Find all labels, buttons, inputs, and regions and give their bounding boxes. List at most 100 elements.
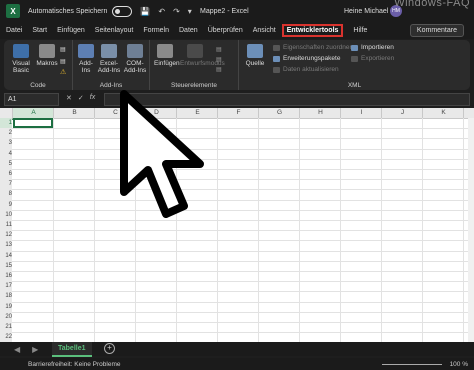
design-mode-button[interactable]: Entwurfsmodus [180,44,225,67]
excel-addins-icon [101,44,117,58]
grid-row-line [12,250,474,252]
visual-basic-label: Visual Basic [12,60,30,74]
comments-button-label: Kommentare [416,27,457,34]
add-sheet-icon[interactable]: + [104,343,115,354]
comments-button[interactable]: Kommentare [409,24,464,37]
insert-control-button[interactable]: Einfügen [154,44,180,67]
formula-controls: ✕ ✓ fx [66,94,95,102]
column-header-b[interactable]: B [53,108,95,118]
tab-seitenlayout[interactable]: Seitenlayout [95,27,134,34]
tab-entwicklertools[interactable]: Entwicklertools [281,24,344,37]
cancel-icon[interactable]: ✕ [66,94,72,102]
makros-label: Makros [36,60,58,67]
mouse-cursor-icon [120,90,204,218]
title-bar: X Automatisches Speichern 💾 ↶ ↷ ▾ Mappe2… [0,0,474,22]
relative-refs-icon[interactable]: ▤ [60,58,66,65]
export-button[interactable]: Exportieren [351,55,394,62]
accessibility-status[interactable]: Barrierefreiheit: Keine Probleme [28,361,121,368]
row-header-22[interactable]: 22 [0,332,12,342]
name-box[interactable]: A1 [4,93,59,106]
com-addins-icon [127,44,143,58]
grid-row-line [12,322,474,323]
autosave-label: Automatisches Speichern [28,7,108,15]
macro-security-icon[interactable]: ⚠ [60,68,66,76]
group-xml-label: XML [347,82,362,89]
zoom-slider[interactable] [382,364,442,365]
tab-formeln[interactable]: Formeln [143,27,169,34]
grid-column-line [422,118,423,342]
tab-ueberpruefen[interactable]: Überprüfen [208,27,243,34]
excel-addins-button[interactable]: Excel-Add-Ins [97,44,121,74]
tab-einfuegen[interactable]: Einfügen [57,27,85,34]
column-header-k[interactable]: K [422,108,464,118]
grid-row-line [12,148,474,150]
sheet-tab-tabelle1[interactable]: Tabelle1 [52,342,92,357]
group-code-label: Code [30,82,46,89]
view-code-icon[interactable]: ▤ [216,56,222,63]
xml-source-button[interactable]: Quelle [245,44,265,67]
import-label: Importieren [361,44,394,51]
grid-row-line [12,311,474,313]
sheet-next-icon[interactable]: ▶ [32,345,38,354]
vertical-scrollbar[interactable] [468,118,474,342]
tab-daten[interactable]: Daten [179,27,198,34]
grid-row-line [12,179,474,181]
customize-qat-icon[interactable]: ▾ [188,7,192,16]
makros-icon [39,44,55,58]
sheet-nav: ◀ ▶ [14,345,38,354]
grid-row-line [12,169,474,170]
column-header-l[interactable]: L [463,108,474,118]
visual-basic-button[interactable]: Visual Basic [10,44,32,74]
grid-column-line [299,118,300,342]
insert-control-icon [157,44,173,58]
group-addins: Add-Ins Excel-Add-Ins COM-Add-Ins Add-In… [73,40,150,90]
export-label: Exportieren [361,55,395,62]
column-header-j[interactable]: J [381,108,423,118]
refresh-data-label: Daten aktualisieren [283,66,339,73]
addins-label: Add-Ins [79,60,93,74]
grid-row-line [12,240,474,242]
com-addins-label: COM-Add-Ins [123,60,147,74]
properties-icon[interactable]: ▤ [216,46,222,53]
column-header-g[interactable]: G [258,108,300,118]
grid-row-line [12,220,474,221]
insert-function-button[interactable]: fx [90,94,95,102]
redo-icon[interactable]: ↷ [173,7,180,16]
grid-row-line [12,260,474,262]
excel-logo-icon: X [6,4,20,18]
autosave-toggle[interactable] [112,5,133,17]
record-macro-icon[interactable]: ▤ [60,46,66,53]
map-properties-button[interactable]: Eigenschaften zuordnen [273,44,353,51]
selected-cell[interactable] [13,118,53,128]
grid-row-line [12,199,474,201]
run-dialog-icon[interactable]: ▤ [216,66,222,73]
group-controls: Einfügen Entwurfsmodus ▤ ▤ ▤ Steuereleme… [150,40,239,90]
ribbon-tabs: Datei Start Einfügen Seitenlayout Formel… [0,22,474,39]
insert-control-label: Einfügen [154,60,180,67]
tab-ansicht[interactable]: Ansicht [253,27,276,34]
sheet-prev-icon[interactable]: ◀ [14,345,20,354]
tab-start[interactable]: Start [32,27,47,34]
xml-source-icon [247,44,263,58]
column-header-h[interactable]: H [299,108,341,118]
tab-hilfe[interactable]: Hilfe [353,27,367,34]
makros-button[interactable]: Makros [36,44,58,67]
com-addins-button[interactable]: COM-Add-Ins [123,44,147,74]
undo-icon[interactable]: ↶ [158,7,165,16]
grid-column-line [94,118,95,342]
grid-column-line [463,118,464,342]
confirm-icon[interactable]: ✓ [78,94,84,102]
save-icon[interactable]: 💾 [140,7,150,16]
grid-row-line [12,128,474,130]
grid-row-line [12,281,474,283]
grid-column-line [53,118,54,342]
import-button[interactable]: Importieren [351,44,394,51]
column-header-i[interactable]: I [340,108,382,118]
refresh-data-button[interactable]: Daten aktualisieren [273,66,339,73]
user-name[interactable]: Heine Michael [344,8,388,15]
tab-datei[interactable]: Datei [6,27,22,34]
zoom-level[interactable]: 100 % [450,361,468,368]
expansion-packs-button[interactable]: Erweiterungspakete [273,55,340,62]
addins-button[interactable]: Add-Ins [77,44,95,74]
xml-source-label: Quelle [245,60,265,67]
